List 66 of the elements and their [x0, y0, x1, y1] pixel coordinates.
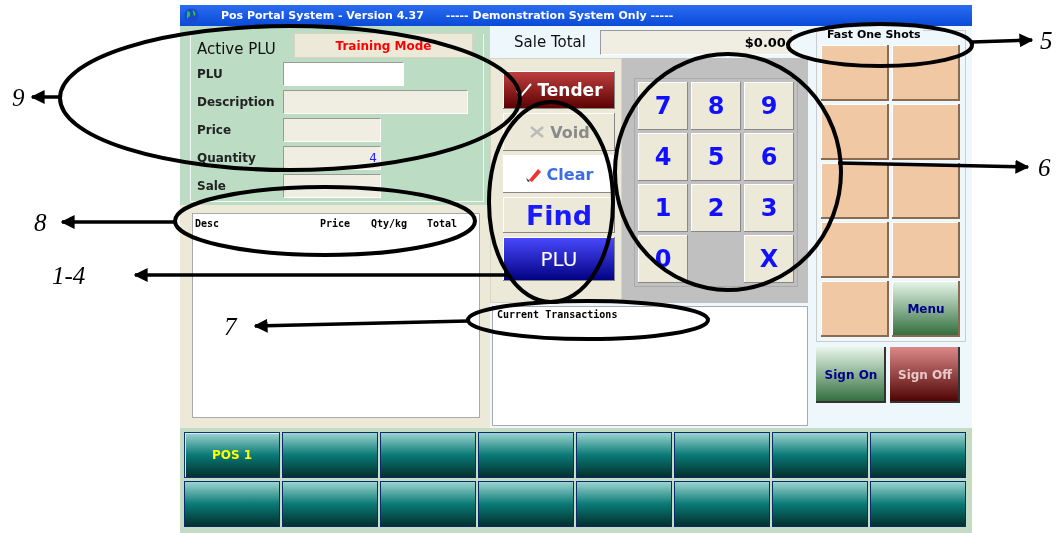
group-title: Fast One Shots — [825, 28, 923, 41]
menu-button[interactable]: Menu — [892, 281, 960, 337]
check-icon — [515, 82, 534, 98]
column-header: Qty/kg — [369, 218, 407, 229]
annotation-number: 8 — [34, 209, 47, 236]
station-button[interactable]: POS 1 — [184, 432, 280, 478]
keypad-key[interactable]: 4 — [638, 133, 688, 181]
sign-off-button[interactable]: Sign Off — [890, 347, 960, 403]
keypad-key[interactable]: X — [744, 235, 794, 283]
sale-total-field: $0.00 — [599, 29, 793, 55]
panel-title: Current Transactions — [497, 309, 618, 320]
shortcut-button[interactable] — [892, 163, 960, 219]
field-label: Sale — [197, 179, 227, 193]
annotation-number: 9 — [12, 84, 25, 111]
blank-button[interactable] — [674, 432, 770, 478]
keypad-key[interactable]: 9 — [744, 82, 794, 130]
annotation-number: 1-4 — [52, 262, 86, 289]
clear-button[interactable]: Clear — [503, 155, 615, 193]
tender-button[interactable]: Tender — [503, 71, 615, 109]
blank-button[interactable] — [478, 481, 574, 527]
keypad-key[interactable]: 7 — [638, 82, 688, 130]
annotation-number: 6 — [1038, 154, 1051, 181]
mode-badge: Training Mode — [294, 33, 473, 58]
shortcut-button[interactable] — [821, 45, 889, 101]
blank-button[interactable] — [478, 432, 574, 478]
plu-button[interactable]: PLU — [503, 237, 615, 281]
annotation-number: 7 — [224, 313, 237, 340]
shortcut-button[interactable] — [821, 104, 889, 160]
shortcut-button[interactable] — [892, 45, 960, 101]
eraser-icon — [524, 166, 543, 182]
keypad-key[interactable]: 2 — [691, 184, 741, 232]
blank-button[interactable] — [380, 432, 476, 478]
blank-button[interactable] — [772, 481, 868, 527]
blank-button[interactable] — [674, 481, 770, 527]
input-field[interactable] — [283, 62, 404, 86]
window-subtitle: ----- Demonstration System Only ----- — [445, 9, 674, 22]
keypad-key[interactable]: 8 — [691, 82, 741, 130]
field-label: PLU — [197, 67, 224, 81]
column-header: Desc — [195, 218, 221, 229]
blank-button[interactable] — [576, 481, 672, 527]
sign-on-button[interactable]: Sign On — [816, 347, 886, 403]
blank-button[interactable] — [282, 481, 378, 527]
find-button[interactable]: Find — [503, 197, 615, 233]
field-label: Description — [197, 95, 276, 109]
globe-icon — [184, 8, 199, 23]
window-title: Pos Portal System - Version 4.37 — [221, 9, 424, 22]
blank-button[interactable] — [184, 481, 280, 527]
field-label: Quantity — [197, 151, 257, 165]
keypad-key[interactable]: 6 — [744, 133, 794, 181]
blank-button[interactable] — [576, 432, 672, 478]
annotation-number: 5 — [1040, 27, 1053, 54]
column-header: Total — [425, 218, 457, 229]
column-header: Price — [318, 218, 350, 229]
annotation-arrow — [30, 90, 60, 104]
blank-button[interactable] — [380, 481, 476, 527]
field-label: Price — [197, 123, 233, 137]
annotation-arrow — [971, 33, 1034, 48]
blank-button[interactable] — [870, 481, 966, 527]
keypad-key[interactable]: 1 — [638, 184, 688, 232]
blank-button[interactable] — [870, 432, 966, 478]
keypad-key[interactable]: 3 — [744, 184, 794, 232]
keypad-key[interactable]: 5 — [691, 133, 741, 181]
blank-button[interactable] — [772, 432, 868, 478]
blank-button[interactable] — [282, 432, 378, 478]
shortcut-button[interactable] — [821, 163, 889, 219]
sale-total-label: Sale Total — [514, 33, 586, 51]
